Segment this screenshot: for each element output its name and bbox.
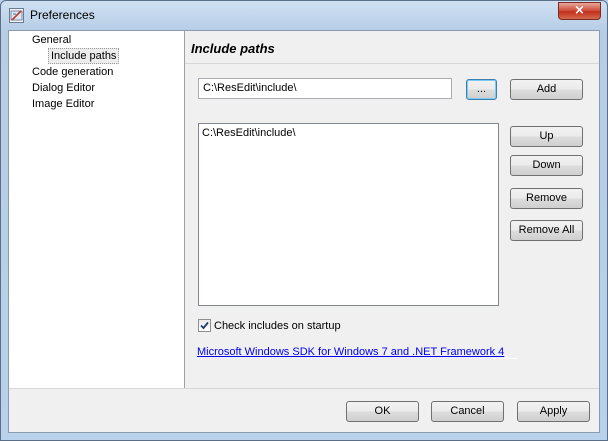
panel-title: Include paths <box>191 41 275 56</box>
up-button[interactable]: Up <box>510 126 583 147</box>
apply-button[interactable]: Apply <box>517 401 590 422</box>
close-button[interactable]: × <box>558 2 601 20</box>
tree-item-general[interactable]: General <box>32 33 71 47</box>
check-includes-checkbox[interactable] <box>198 319 211 332</box>
browse-button[interactable]: ... <box>466 79 497 100</box>
link-underline-extension <box>493 358 517 359</box>
category-tree[interactable]: General Include paths Code generation Di… <box>9 31 185 388</box>
dialog-client-area: General Include paths Code generation Di… <box>8 30 600 433</box>
close-icon: × <box>574 3 585 18</box>
footer-divider <box>9 388 599 389</box>
down-button[interactable]: Down <box>510 155 583 176</box>
panel-header: Include paths <box>185 31 599 64</box>
tree-item-dialog-editor[interactable]: Dialog Editor <box>32 81 95 95</box>
preferences-window: Preferences × General Include paths Code… <box>0 0 608 441</box>
ok-button[interactable]: OK <box>346 401 419 422</box>
window-title: Preferences <box>30 8 95 22</box>
list-item[interactable]: C:\ResEdit\include\ <box>202 126 296 140</box>
tree-item-image-editor[interactable]: Image Editor <box>32 97 94 111</box>
cancel-button[interactable]: Cancel <box>431 401 504 422</box>
tree-item-code-generation[interactable]: Code generation <box>32 65 113 79</box>
include-paths-list[interactable]: C:\ResEdit\include\ <box>198 123 499 306</box>
sdk-download-link[interactable]: Microsoft Windows SDK for Windows 7 and … <box>197 346 504 358</box>
title-bar[interactable]: Preferences × <box>1 1 607 29</box>
remove-button[interactable]: Remove <box>510 188 583 209</box>
include-path-input[interactable]: C:\ResEdit\include\ <box>198 78 452 99</box>
checkmark-icon <box>200 321 209 330</box>
tree-item-include-paths[interactable]: Include paths <box>48 48 120 64</box>
preferences-icon <box>9 8 24 23</box>
remove-all-button[interactable]: Remove All <box>510 220 583 241</box>
add-button[interactable]: Add <box>510 79 583 100</box>
check-includes-label[interactable]: Check includes on startup <box>214 319 341 333</box>
